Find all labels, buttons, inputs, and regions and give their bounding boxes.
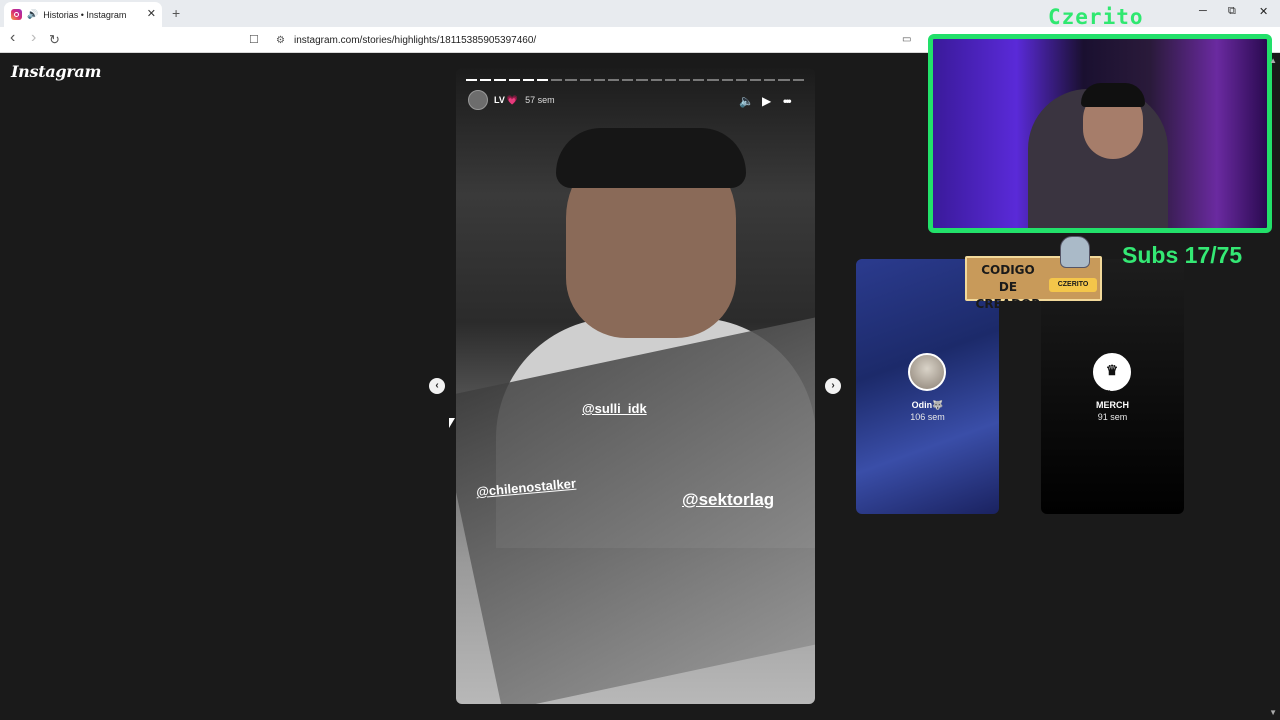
new-tab-button[interactable]: + — [172, 5, 180, 21]
streamer-name: Czerito — [1048, 5, 1144, 29]
previous-story-button[interactable]: ‹ — [429, 378, 445, 394]
back-button[interactable]: ‹ — [10, 29, 15, 47]
progress-segment — [466, 79, 478, 81]
progress-segment — [721, 79, 733, 81]
progress-segment — [778, 79, 790, 81]
progress-segment — [764, 79, 776, 81]
bookmark-icon[interactable]: ☐ — [249, 33, 259, 46]
progress-segment — [622, 79, 634, 81]
next-story-button[interactable]: › — [825, 378, 841, 394]
highlight-avatar — [908, 353, 946, 391]
story-mention-tag[interactable]: @sulli_idk — [582, 401, 647, 416]
progress-segment — [735, 79, 748, 81]
play-icon[interactable]: ▶ — [762, 94, 771, 108]
highlight-time: 106 sem — [910, 412, 945, 422]
forward-button[interactable]: › — [31, 29, 36, 47]
scroll-down-arrow-icon[interactable]: ▼ — [1269, 708, 1277, 717]
progress-segment — [664, 79, 677, 81]
progress-segment — [636, 79, 648, 81]
progress-segment — [792, 79, 804, 81]
progress-segment — [593, 79, 606, 81]
close-tab-icon[interactable]: ✕ — [147, 7, 156, 20]
progress-segment — [508, 79, 520, 81]
story-header: LV 💗 57 sem — [468, 90, 555, 110]
url-text: instagram.com/stories/highlights/1811538… — [293, 34, 537, 46]
story-progress-bar — [466, 79, 804, 81]
highlight-time: 91 sem — [1097, 412, 1128, 422]
tab-instagram[interactable]: 🔊 Historias • Instagram ✕ — [4, 2, 162, 27]
maximize-button[interactable]: ⧉ — [1228, 5, 1236, 18]
creator-code-label: CODIGO DE CREADOR — [975, 263, 1041, 311]
more-options-icon[interactable]: ••• — [783, 94, 791, 108]
progress-segment — [494, 79, 506, 81]
reload-button[interactable]: ↻ — [49, 32, 60, 48]
story-time: 57 sem — [525, 95, 555, 105]
url-field[interactable]: ⚙ instagram.com/stories/highlights/18115… — [270, 30, 920, 50]
instagram-favicon-icon — [11, 9, 22, 20]
story-viewer[interactable]: LV 💗 57 sem 🔈 ▶ ••• @sulli_idk @chilenos… — [456, 68, 815, 704]
highlight-name: Odin🐺 — [911, 400, 944, 410]
story-username[interactable]: LV — [494, 95, 505, 105]
story-mention-tag[interactable]: @sektorlag — [682, 490, 774, 510]
close-window-button[interactable]: ✕ — [1259, 5, 1268, 18]
progress-segment — [565, 79, 577, 81]
tab-title: Historias • Instagram — [43, 9, 127, 20]
progress-segment — [679, 79, 691, 81]
instagram-logo[interactable]: Instagram — [11, 62, 101, 81]
heart-icon: 💗 — [506, 94, 519, 105]
highlight-name: MERCH — [1096, 400, 1129, 410]
story-image-hair — [556, 128, 746, 188]
mute-icon[interactable]: 🔈 — [739, 94, 754, 108]
progress-segment — [650, 79, 662, 81]
creator-code-badge: CZERITO — [1049, 278, 1097, 292]
progress-segment — [579, 79, 591, 81]
progress-segment — [522, 79, 535, 81]
progress-segment — [537, 79, 549, 81]
progress-segment — [551, 79, 563, 81]
minimize-button[interactable]: ─ — [1199, 5, 1207, 17]
progress-segment — [750, 79, 762, 81]
progress-segment — [608, 79, 620, 81]
site-info-icon[interactable]: ⚙ — [276, 35, 285, 46]
story-avatar[interactable] — [468, 90, 488, 110]
mascot-icon — [1060, 236, 1090, 268]
cast-icon[interactable]: ▭ — [902, 34, 911, 45]
progress-segment — [693, 79, 705, 81]
mouse-cursor-icon — [449, 418, 455, 428]
scroll-up-arrow-icon[interactable]: ▲ — [1269, 56, 1277, 65]
audio-playing-icon[interactable]: 🔊 — [27, 9, 38, 20]
progress-segment — [707, 79, 719, 81]
subs-counter: Subs 17/75 — [1122, 242, 1243, 268]
webcam-overlay — [928, 34, 1272, 233]
progress-segment — [480, 79, 492, 81]
crown-icon: ♛ Kings — [1093, 353, 1131, 396]
webcam-hair — [1081, 83, 1145, 107]
